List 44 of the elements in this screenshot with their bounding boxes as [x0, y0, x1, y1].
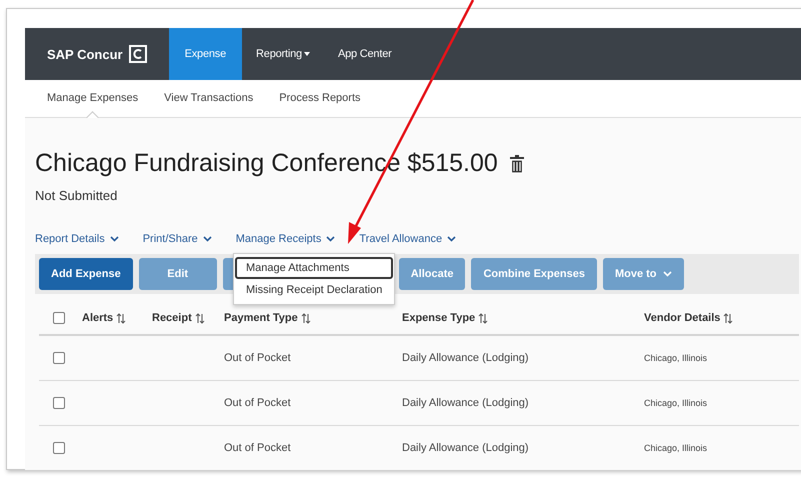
report-status: Not Submitted [35, 188, 118, 203]
nav-tab[interactable]: Reporting [242, 28, 324, 80]
table-cell-text: Out of Pocket [224, 397, 292, 409]
sort-icon[interactable] [723, 312, 734, 324]
dropdown-item[interactable]: Missing Receipt Declaration [235, 279, 394, 301]
select-all-checkbox[interactable] [53, 312, 65, 324]
dropdown-item[interactable]: Manage Attachments [235, 257, 394, 279]
sort-icon[interactable] [116, 312, 126, 324]
logo-icon [128, 45, 147, 63]
sort-icon[interactable] [300, 312, 311, 324]
column-header[interactable]: Receipt [152, 312, 224, 324]
brand-logo-text: SAP Concur [47, 46, 123, 62]
nav-tab[interactable]: App Center [324, 28, 406, 80]
row-checkbox[interactable] [53, 397, 65, 409]
table-cell-text: Out of Pocket [224, 442, 292, 454]
chevron-down-icon [447, 236, 456, 242]
column-header[interactable]: Payment Type [224, 312, 402, 324]
subnav-tab[interactable]: Process Reports [279, 80, 361, 117]
table-cell-text: Daily Allowance (Lodging) [402, 352, 530, 364]
sort-icon[interactable] [194, 312, 205, 324]
trash-icon[interactable] [510, 154, 524, 172]
chevron-down-icon [110, 236, 119, 242]
sort-icon[interactable] [478, 312, 488, 324]
column-header[interactable]: Alerts [82, 312, 152, 324]
menu-link[interactable]: Manage Receipts [236, 233, 336, 245]
table-cell-text: Chicago, Illinois [644, 353, 708, 363]
column-header[interactable]: Expense Type [402, 312, 644, 324]
table-cell-text: Chicago, Illinois [644, 398, 708, 408]
table-cell-text: Daily Allowance (Lodging) [402, 442, 530, 454]
chevron-down-icon [662, 271, 672, 277]
menu-link[interactable]: Travel Allowance [359, 233, 456, 245]
chevron-down-icon [202, 236, 212, 242]
table-cell-text: Out of Pocket [224, 352, 292, 364]
row-checkbox[interactable] [53, 352, 65, 364]
menu-link[interactable]: Print/Share [142, 233, 212, 245]
menu-link[interactable]: Report Details [35, 233, 119, 245]
table-cell-text: Daily Allowance (Lodging) [402, 397, 530, 409]
table-cell-text: Chicago, Illinois [644, 443, 708, 453]
row-checkbox[interactable] [53, 442, 65, 454]
toolbar-button[interactable]: Add Expense [39, 258, 133, 290]
nav-tab[interactable]: Expense [168, 28, 242, 80]
subnav-tab[interactable]: View Transactions [164, 80, 254, 117]
chevron-down-icon [326, 236, 336, 242]
column-header[interactable]: Vendor Details [644, 312, 799, 324]
